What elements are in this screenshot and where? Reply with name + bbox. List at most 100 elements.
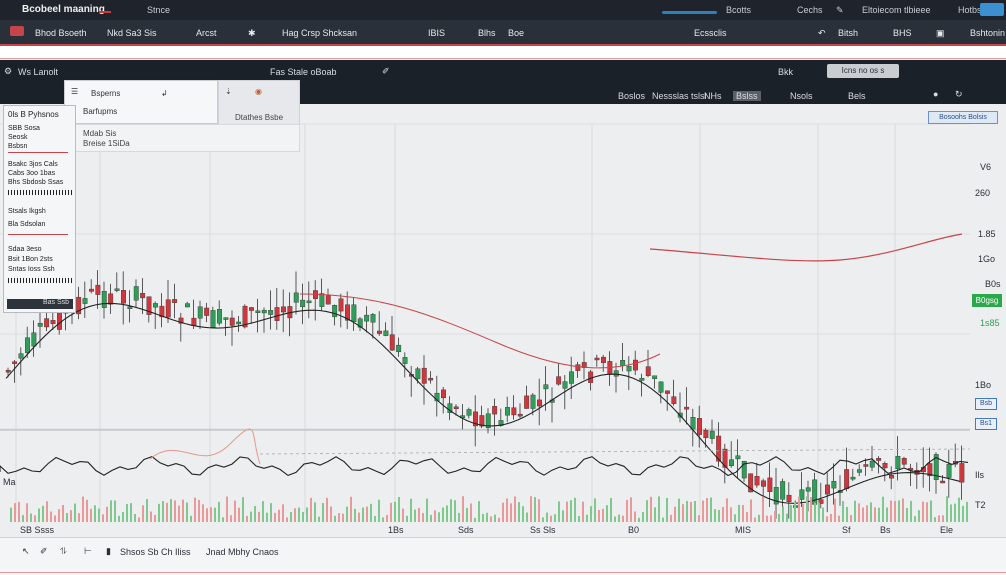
candle-body bbox=[82, 298, 88, 304]
candle-body bbox=[530, 394, 536, 409]
chart-area[interactable] bbox=[0, 104, 1006, 537]
candle-body bbox=[140, 293, 146, 299]
timeframe-selector[interactable]: Nkd Sa3 Sis bbox=[107, 28, 157, 38]
chart-style-selector[interactable]: Hag Crsp Shcksan bbox=[282, 28, 357, 38]
volume-bar bbox=[850, 515, 852, 522]
stats-row-8: Bla Sdsolan bbox=[8, 221, 46, 228]
volume-bar bbox=[318, 516, 320, 522]
menu-item-1[interactable]: Stnce bbox=[147, 5, 170, 15]
volume-bar bbox=[402, 508, 404, 522]
pen-icon[interactable]: ✎ bbox=[836, 5, 844, 16]
alert-button[interactable]: Arcst bbox=[196, 28, 217, 38]
volume-bar bbox=[46, 501, 48, 522]
screener-button[interactable]: BHS bbox=[893, 28, 912, 38]
camera-icon[interactable]: ● bbox=[933, 89, 938, 99]
symbol-selector[interactable]: Bhod Bsoeth bbox=[35, 28, 87, 38]
candle-body bbox=[255, 310, 261, 313]
volume-bar bbox=[522, 506, 524, 522]
header-item-6[interactable]: Bels bbox=[848, 91, 866, 101]
save-button[interactable]: Boe bbox=[508, 28, 524, 38]
header-item-2[interactable]: Nessslas tslsl bbox=[652, 91, 707, 101]
indicator-button[interactable]: IBIS bbox=[428, 28, 445, 38]
volume-bar bbox=[810, 497, 812, 522]
draw-tool-icon[interactable]: ✐ bbox=[40, 546, 48, 557]
candle-body bbox=[543, 384, 549, 390]
volume-bar bbox=[430, 514, 432, 522]
axis-label-8: Ils bbox=[975, 470, 984, 480]
trendline-tool-icon[interactable]: ⥮ bbox=[60, 546, 67, 557]
volume-bar bbox=[966, 501, 968, 522]
panel-icon[interactable]: ▣ bbox=[936, 28, 945, 39]
time-label-1: SB Ssss bbox=[20, 525, 55, 535]
symbol-color-swatch[interactable] bbox=[10, 26, 24, 36]
interval-label[interactable]: Bkk bbox=[778, 67, 793, 77]
candle-body bbox=[261, 309, 267, 314]
volume-bar bbox=[554, 514, 556, 522]
toolbar-label[interactable]: Shsos Sb Ch Iliss bbox=[120, 547, 191, 557]
volume-bar bbox=[114, 500, 116, 522]
volume-bar bbox=[538, 499, 540, 522]
volume-bar bbox=[426, 498, 428, 522]
stats-footer[interactable]: Bas Ssb bbox=[7, 299, 73, 309]
volume-bar bbox=[314, 502, 316, 522]
volume-bar bbox=[634, 511, 636, 522]
chart-layout-label[interactable]: Ws Lanolt bbox=[18, 67, 58, 77]
marker-tag-2[interactable]: Bs1 bbox=[975, 418, 997, 430]
refresh-icon[interactable]: ↻ bbox=[955, 89, 963, 100]
menu-item-2[interactable]: Bcotts bbox=[726, 5, 751, 15]
undo-icon[interactable]: ↶ bbox=[818, 28, 826, 39]
stats-row-3: Bsbsn bbox=[8, 143, 28, 150]
layout-button[interactable]: Blhs bbox=[478, 28, 496, 38]
volume-bar bbox=[882, 496, 884, 522]
settings-icon[interactable]: ✱ bbox=[248, 28, 256, 39]
publish-button[interactable]: Ecssclis bbox=[694, 28, 727, 38]
chart-tools-label[interactable]: Fas Stale oBoab bbox=[270, 67, 337, 77]
draw-tool-icon[interactable]: ✐ bbox=[382, 66, 390, 77]
header-item-3[interactable]: NHs bbox=[704, 91, 722, 101]
volume-bar bbox=[126, 503, 128, 522]
candle-body bbox=[633, 359, 638, 371]
account-button[interactable] bbox=[980, 3, 1004, 16]
header-item-1[interactable]: Boslos bbox=[618, 91, 645, 101]
chart-icon[interactable]: ⚙ bbox=[4, 66, 12, 77]
header-item-4[interactable]: Bslss bbox=[733, 91, 761, 101]
arrow-icon[interactable]: ⇣ bbox=[225, 87, 232, 96]
cursor-tool-icon[interactable]: ↖ bbox=[22, 546, 30, 557]
dropdown-option-2[interactable]: Barfupms bbox=[83, 107, 117, 116]
candle-body bbox=[626, 366, 632, 372]
axis-label-1: V6 bbox=[980, 162, 992, 172]
profile-button[interactable]: Bshtonin bbox=[970, 28, 1005, 38]
volume-bar bbox=[82, 496, 84, 522]
menu-item-3[interactable]: Cechs bbox=[797, 5, 823, 15]
stats-row-4: Bsakc 3jos Cals bbox=[8, 161, 58, 168]
volume-bar bbox=[422, 513, 424, 522]
volume-bar bbox=[190, 515, 192, 522]
watchlist-button[interactable]: Bitsh bbox=[838, 28, 858, 38]
price-display-button[interactable]: Icns no os s bbox=[827, 64, 899, 78]
measure-tool-icon[interactable]: ▮ bbox=[106, 546, 111, 557]
menu-item-4[interactable]: Eltoiecom tlbieee bbox=[862, 5, 931, 15]
header-item-5[interactable]: Nsols bbox=[790, 91, 813, 101]
fib-tool-icon[interactable]: ⊢ bbox=[84, 546, 92, 557]
candle-body bbox=[18, 353, 24, 359]
candle-body bbox=[876, 458, 882, 461]
volume-bar bbox=[638, 517, 640, 522]
candle-body bbox=[248, 307, 254, 311]
marker-tag-1[interactable]: Bsb bbox=[975, 398, 997, 410]
volume-bar bbox=[870, 502, 872, 522]
candle-body bbox=[690, 417, 696, 430]
indicator-settings-button[interactable]: Bosoohs Bolsis bbox=[928, 111, 998, 124]
volume-bar bbox=[922, 501, 924, 522]
record-icon[interactable]: ◉ bbox=[255, 87, 262, 96]
volume-bar bbox=[766, 515, 768, 522]
candle-body bbox=[364, 314, 370, 322]
candle-body bbox=[50, 320, 56, 324]
dropdown-option-1[interactable]: Bsperns bbox=[91, 89, 120, 98]
volume-bar bbox=[98, 508, 100, 522]
candle-body bbox=[88, 288, 94, 292]
candle-body bbox=[268, 310, 274, 315]
toolbar-sublabel[interactable]: Jnad Mbhy Cnaos bbox=[206, 547, 279, 557]
volume-bar bbox=[390, 502, 392, 522]
price-chart[interactable] bbox=[0, 104, 1006, 537]
stats-divider-2 bbox=[8, 234, 68, 235]
